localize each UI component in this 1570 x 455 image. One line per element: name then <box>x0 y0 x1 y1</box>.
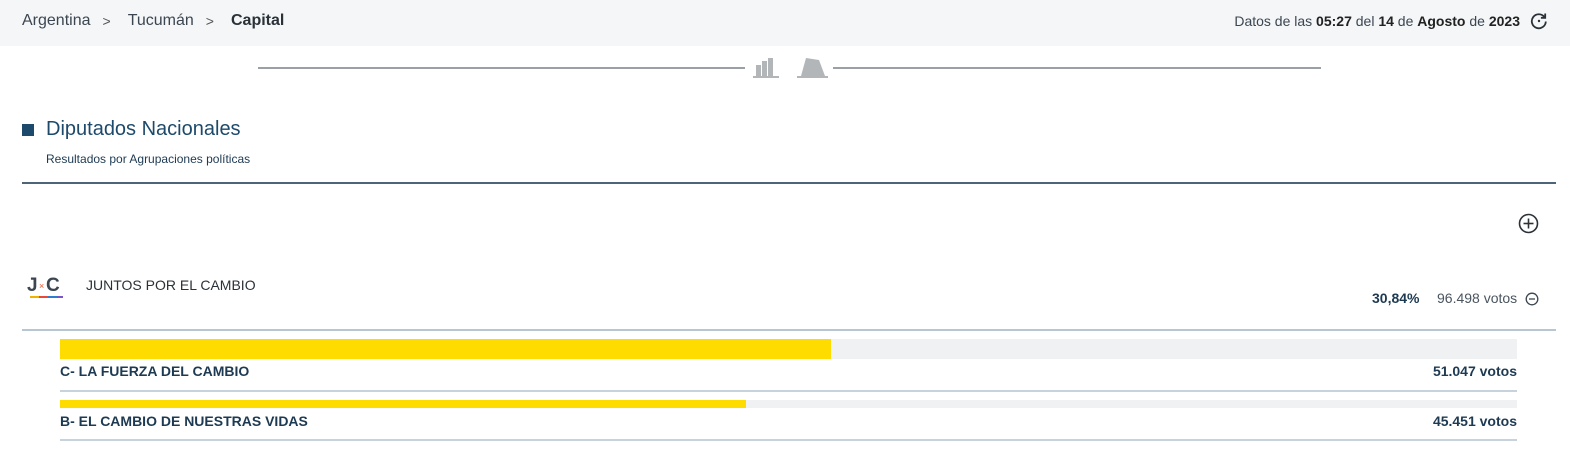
breadcrumb-current: Capital <box>230 12 285 29</box>
update-year: 2023 <box>1488 13 1520 29</box>
breadcrumb: Argentina > Tucumán > Capital <box>22 12 284 30</box>
list-divider <box>60 390 1517 392</box>
list-bar-fill <box>60 339 831 359</box>
list-votes: 45.451 votos <box>1432 413 1517 429</box>
divider-line <box>258 67 745 69</box>
section-subtitle: Resultados por Agrupaciones políticas <box>46 152 251 166</box>
party-name: JUNTOS POR EL CAMBIO <box>86 277 256 293</box>
collapse-icon[interactable] <box>1525 292 1539 306</box>
party-divider <box>22 329 1556 331</box>
expand-all-icon[interactable] <box>1518 213 1539 234</box>
party-percent: 30,84% <box>1372 290 1420 306</box>
list-bar-track <box>60 400 1517 408</box>
breadcrumb-separator: > <box>102 13 111 29</box>
section-title: Diputados Nacionales <box>46 118 241 140</box>
breadcrumb-province[interactable]: Tucumán <box>128 12 194 30</box>
top-bar: Argentina > Tucumán > Capital Datos de l… <box>0 0 1570 46</box>
party-votes: 96.498 votos <box>1437 290 1518 306</box>
update-month: Agosto <box>1417 13 1466 29</box>
update-day: 14 <box>1378 13 1394 29</box>
section-divider <box>22 182 1556 184</box>
list-name: C- LA FUERZA DEL CAMBIO <box>60 363 250 379</box>
list-bar-fill <box>60 400 747 408</box>
svg-text:×: × <box>39 281 44 291</box>
divider-line <box>833 67 1321 69</box>
list-name: B- EL CAMBIO DE NUESTRAS VIDAS <box>60 413 308 429</box>
update-time: 05:27 <box>1316 13 1352 29</box>
list-bar-track <box>60 339 1517 359</box>
ballot-box-icon[interactable] <box>797 56 829 78</box>
breadcrumb-separator: > <box>205 13 214 29</box>
breadcrumb-country[interactable]: Argentina <box>22 12 91 30</box>
list-divider <box>60 439 1517 441</box>
party-logo: J × C <box>27 275 63 298</box>
refresh-icon[interactable] <box>1530 12 1548 30</box>
svg-text:C: C <box>46 275 60 296</box>
data-timestamp: Datos de las 05:27 del 14 de Agosto de 2… <box>1234 13 1520 29</box>
list-votes: 51.047 votos <box>1432 363 1517 379</box>
bar-chart-icon[interactable] <box>753 56 781 78</box>
section-marker <box>22 124 34 136</box>
svg-text:J: J <box>27 275 38 296</box>
